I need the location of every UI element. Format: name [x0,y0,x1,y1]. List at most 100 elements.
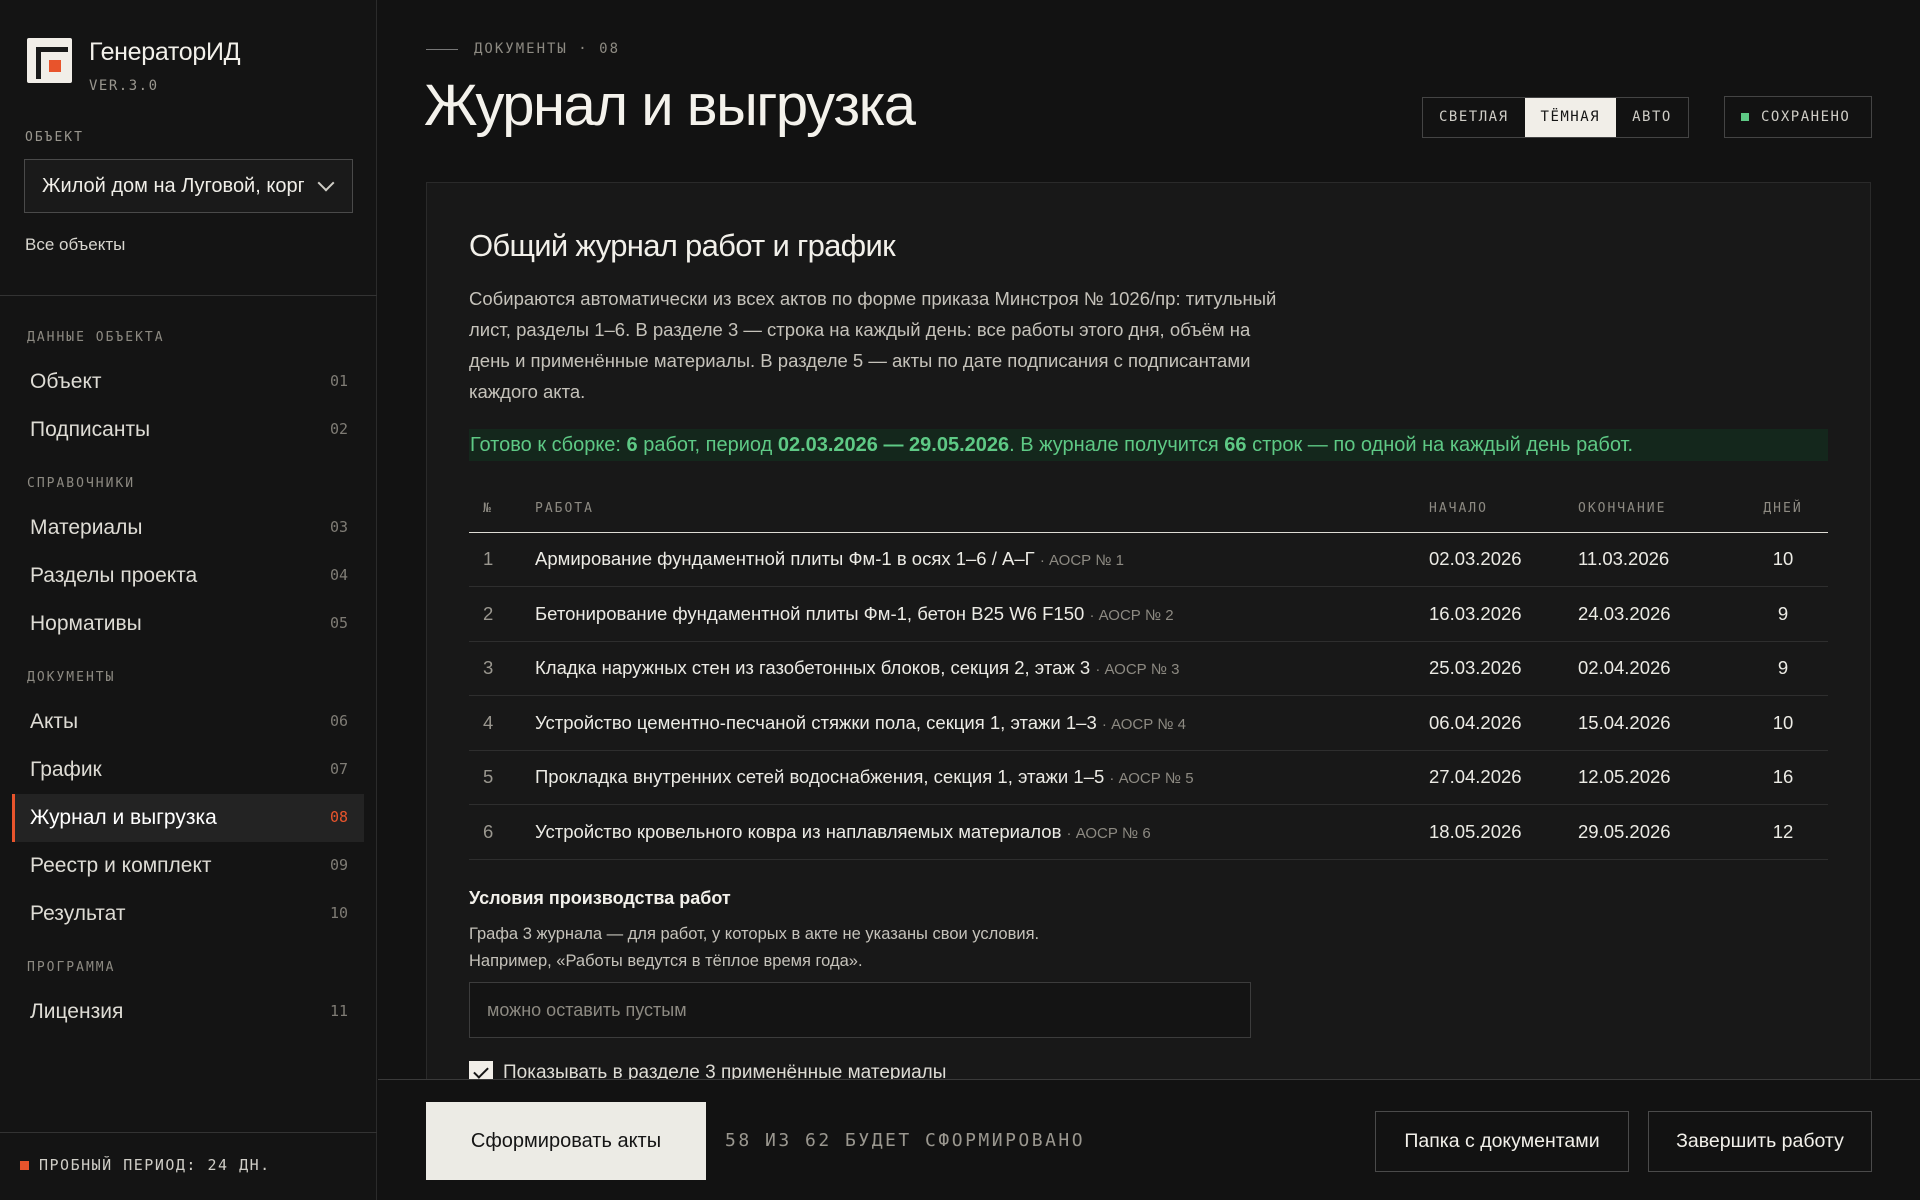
sidebar-item-num: 02 [329,420,348,438]
object-select[interactable]: Жилой дом на Луговой, корпус 2 [24,159,353,213]
sidebar-item-journal-export[interactable]: Журнал и выгрузка 08 [12,794,364,842]
sidebar-item-label: Лицензия [30,1000,124,1023]
ready-status-banner: Готово к сборке: 6 работ, период 02.03.2… [469,429,1828,461]
ready-middle2: . В журнале получится [1009,434,1225,456]
row-days: 10 [1738,532,1828,587]
row-days: 10 [1738,695,1828,751]
sidebar: ГенераторИД VER.3.0 ОБЪЕКТ Жилой дом на … [0,0,377,1200]
ready-rows-count: 66 [1224,434,1247,456]
col-header-end: ОКОНЧАНИЕ [1578,485,1738,533]
row-start: 16.03.2026 [1415,586,1578,642]
row-idx: 6 [469,804,535,860]
row-work-name: Устройство кровельного ковра из наплавля… [535,820,1062,842]
all-objects-link[interactable]: Все объекты [25,235,125,255]
main-content: ДОКУМЕНТЫ · 08 Журнал и выгрузка СВЕТЛАЯ… [378,0,1920,1200]
sidebar-item-num: 03 [329,518,348,536]
object-label: ОБЪЕКТ [25,130,84,145]
row-days: 16 [1738,750,1828,805]
sidebar-item-project-sections[interactable]: Разделы проекта 04 [12,552,364,600]
works-table: № РАБОТА НАЧАЛО ОКОНЧАНИЕ ДНЕЙ 1 Армиров… [469,485,1828,860]
row-start: 02.03.2026 [1415,532,1578,587]
row-end: 24.03.2026 [1578,586,1738,642]
conditions-desc-line: Графа 3 журнала — для работ, у которых в… [469,925,1040,943]
nav-group-title: ДОКУМЕНТЫ [27,670,116,685]
ready-period: 02.03.2026 — 29.05.2026 [777,434,1010,456]
breadcrumb-line [426,48,458,50]
table-row[interactable]: 6 Устройство кровельного ковра из наплав… [469,804,1828,860]
row-idx: 1 [469,532,535,587]
sidebar-item-label: Подписанты [30,418,151,441]
table-row[interactable]: 3 Кладка наружных стен из газобетонных б… [469,641,1828,696]
nav-group-title: ПРОГРАММА [27,960,116,975]
sidebar-item-schedule[interactable]: График 07 [12,746,364,794]
app-version: VER.3.0 [89,78,159,94]
app-name: ГенераторИД [89,38,241,66]
page-title: Журнал и выгрузка [424,73,916,138]
sidebar-item-license[interactable]: Лицензия 11 [12,988,364,1036]
row-start: 25.03.2026 [1415,641,1578,696]
sidebar-item-label: Журнал и выгрузка [30,806,217,829]
trial-status: ПРОБНЫЙ ПЕРИОД: 24 ДН. [20,1156,271,1174]
row-act-ref: · АОСР № 6 [1066,824,1151,842]
table-row[interactable]: 4 Устройство цементно-песчаной стяжки по… [469,695,1828,751]
col-header-work: РАБОТА [535,485,1415,533]
sidebar-item-label: Результат [30,902,126,925]
sidebar-item-label: График [30,758,102,781]
row-work-name: Кладка наружных стен из газобетонных бло… [535,657,1091,679]
saved-text: СОХРАНЕНО [1761,109,1851,125]
bottom-action-bar: Сформировать акты 58 ИЗ 62 БУДЕТ СФОРМИР… [378,1079,1920,1200]
theme-dark-button[interactable]: ТЁМНАЯ [1524,98,1617,137]
table-row[interactable]: 1 Армирование фундаментной плиты Фм-1 в … [469,532,1828,587]
sidebar-item-normatives[interactable]: Нормативы 05 [12,600,364,648]
row-work-name: Бетонирование фундаментной плиты Фм-1, б… [535,602,1085,624]
row-days: 9 [1738,586,1828,642]
sidebar-divider [0,295,377,296]
theme-light-button[interactable]: СВЕТЛАЯ [1423,98,1525,137]
trial-indicator-icon [20,1160,29,1170]
sidebar-item-num: 01 [329,372,348,390]
card-title: Общий журнал работ и график [469,228,896,263]
row-act-ref: · АОСР № 4 [1101,715,1187,733]
ready-middle: работ, период [637,434,778,456]
row-work-name: Устройство цементно-песчаной стяжки пола… [535,711,1097,733]
sidebar-item-num: 06 [329,712,348,730]
sidebar-item-result[interactable]: Результат 10 [12,890,364,938]
row-end: 29.05.2026 [1578,804,1738,860]
theme-switcher: СВЕТЛАЯ ТЁМНАЯ АВТО [1422,97,1689,138]
sidebar-item-num: 11 [329,1002,348,1020]
row-days: 9 [1738,641,1828,696]
generate-acts-button[interactable]: Сформировать акты [426,1102,706,1180]
ready-works-count: 6 [626,434,638,456]
sidebar-item-registry[interactable]: Реестр и комплект 09 [12,842,364,890]
sidebar-item-num: 10 [329,904,348,922]
breadcrumb: ДОКУМЕНТЫ · 08 [426,41,620,57]
row-work-name: Прокладка внутренних сетей водоснабжения… [535,766,1105,788]
breadcrumb-text: ДОКУМЕНТЫ · 08 [474,41,621,57]
sidebar-item-label: Объект [30,370,102,393]
card-description: Собираются автоматически из всех актов п… [469,288,1277,402]
col-header-idx: № [469,485,535,533]
ready-prefix: Готово к сборке: [470,434,627,456]
conditions-input[interactable] [469,982,1251,1038]
open-folder-button[interactable]: Папка с документами [1375,1111,1629,1172]
row-start: 27.04.2026 [1415,750,1578,805]
sidebar-item-label: Нормативы [30,612,142,635]
sidebar-item-materials[interactable]: Материалы 03 [12,504,364,552]
row-end: 15.04.2026 [1578,695,1738,751]
sidebar-item-signers[interactable]: Подписанты 02 [12,406,364,454]
row-work: Прокладка внутренних сетей водоснабжения… [535,750,1415,805]
finish-work-button[interactable]: Завершить работу [1648,1111,1872,1172]
sidebar-item-acts[interactable]: Акты 06 [12,698,364,746]
nav-group-title: СПРАВОЧНИКИ [27,476,136,491]
col-header-days: ДНЕЙ [1738,485,1828,533]
row-start: 18.05.2026 [1415,804,1578,860]
sidebar-item-num: 09 [329,856,348,874]
theme-auto-button[interactable]: АВТО [1616,98,1688,137]
row-start: 06.04.2026 [1415,695,1578,751]
object-select-value: Жилой дом на Луговой, корпус 2 [42,174,304,197]
table-row[interactable]: 5 Прокладка внутренних сетей водоснабжен… [469,750,1828,805]
trial-text: ПРОБНЫЙ ПЕРИОД: 24 ДН. [39,1156,271,1174]
table-row[interactable]: 2 Бетонирование фундаментной плиты Фм-1,… [469,586,1828,642]
conditions-desc-line: Например, «Работы ведутся в тёплое время… [469,952,863,970]
sidebar-item-object[interactable]: Объект 01 [12,358,364,406]
